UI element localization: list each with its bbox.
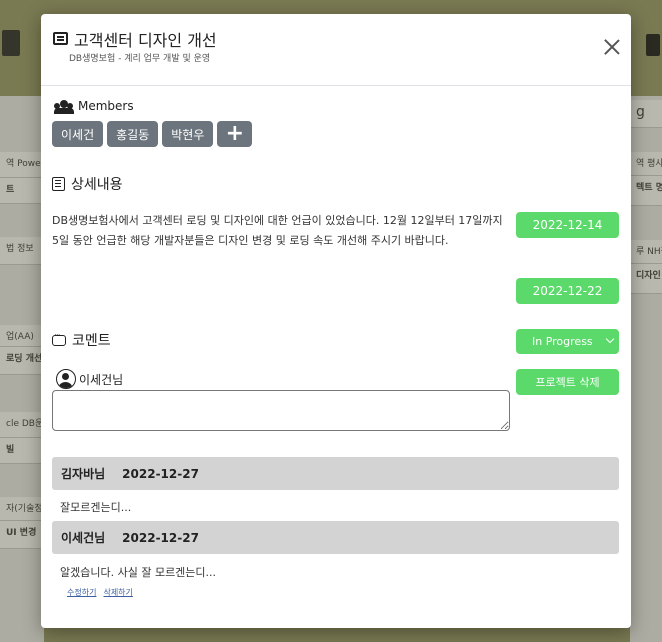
document-icon [52,177,65,191]
modal-header: 고객센터 디자인 개선 DB생명보험 - 계리 업무 개발 및 운영 [41,14,631,86]
members-label: Members [78,99,134,113]
delete-project-button[interactable]: 프로젝트 삭제 [516,369,619,395]
comment-header: 김자바님 2022-12-27 [52,457,619,490]
modal-subtitle: DB생명보험 - 계리 업무 개발 및 운영 [69,54,211,64]
status-select[interactable]: In Progress [516,329,619,354]
member-button[interactable]: 이세건 [52,121,104,147]
comment-heading: 코멘트 [52,330,111,350]
project-detail-modal: 고객센터 디자인 개선 DB생명보험 - 계리 업무 개발 및 운영 Membe… [41,14,631,628]
edit-comment-link[interactable]: 수정하기 [67,587,96,598]
commenter-name: 이세건님 [79,372,124,387]
comment-input[interactable] [52,390,510,431]
project-description: DB생명보험사에서 고객센터 로딩 및 디자인에 대한 언급이 있었습니다. 1… [52,214,503,247]
comment-text: 알겠습니다. 사실 잘 모르겐는디... [60,566,217,579]
close-icon[interactable] [604,39,620,55]
members-heading: Members [54,99,134,114]
comment-date: 2022-12-27 [122,530,199,545]
comment-text: 잘모르겐는디... [60,501,132,514]
detail-heading: 상세내용 [52,174,123,194]
users-icon [54,100,74,114]
modal-title: 고객센터 디자인 개선 [74,31,217,50]
detail-title: 상세내용 [71,177,123,193]
start-date-button[interactable]: 2022-12-14 [516,212,619,238]
member-list: 이세건 홍길동 박현우 + [52,121,253,147]
status-value: In Progress [532,335,593,348]
chat-icon [52,331,66,346]
card-icon [53,32,68,45]
comment-title: 코멘트 [72,333,111,349]
comment-header: 이세건님 2022-12-27 [52,521,619,554]
end-date-button[interactable]: 2022-12-22 [516,278,619,304]
comment-date: 2022-12-27 [122,466,199,481]
comment-author: 이세건님 [61,531,106,545]
avatar-icon [56,369,76,389]
chevron-down-icon [605,334,615,344]
delete-comment-link[interactable]: 삭제하기 [103,587,132,598]
member-button[interactable]: 홍길동 [107,121,159,147]
member-button[interactable]: 박현우 [162,121,214,147]
comment-author: 김자바님 [61,467,106,481]
commenter: 이세건님 [56,369,123,389]
add-member-button[interactable]: + [217,121,253,147]
comment-actions: 수정하기 삭제하기 [67,587,133,598]
